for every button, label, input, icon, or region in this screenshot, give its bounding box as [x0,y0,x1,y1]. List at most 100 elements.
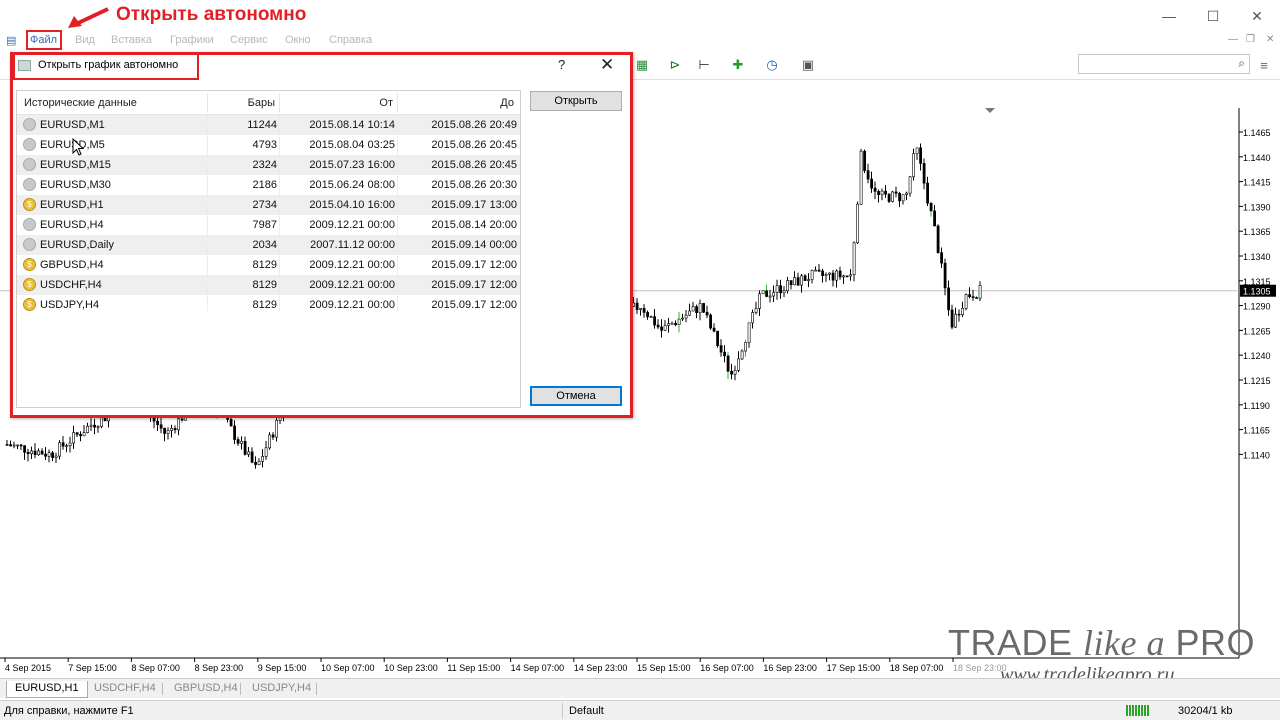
column-history[interactable]: Исторические данные [24,97,137,109]
price-tick-label: 1.1415 [1243,178,1271,188]
templates-icon[interactable]: ▣ [798,56,818,74]
dialog-help-button[interactable]: ? [558,57,565,72]
chart-shift-icon[interactable]: ⊳ [665,56,685,74]
file-menu-highlight [26,30,62,50]
maximize-button[interactable]: ☐ [1190,4,1236,28]
candle-body [978,285,982,299]
add-indicator-icon[interactable]: ✚ [728,56,748,74]
candle-body [635,302,639,310]
dialog-chart-icon [18,60,31,71]
candle-body [870,178,874,189]
time-tick-label: 18 Sep 07:00 [890,663,944,673]
candle-body [789,280,793,286]
window-close-button[interactable]: ✕ [1234,4,1280,28]
column-bars[interactable]: Бары [213,97,275,109]
watermark-brand-part: TRADE [948,622,1084,663]
candle-body [821,270,825,276]
list-item[interactable]: $ USDCHF,H4 8129 2009.12.21 00:00 2015.09.17… [17,275,520,295]
tab-usdchf-h4[interactable]: USDCHF,H4 [86,681,164,698]
list-item[interactable]: EURUSD,M15 2324 2015.07.23 16:00 2015.08.26… [17,155,520,175]
date-to: 2015.08.26 20:49 [431,119,517,131]
candle-body [747,322,751,343]
list-item[interactable]: $ EURUSD,H1 2734 2015.04.10 16:00 2015.09.17… [17,195,520,215]
list-item[interactable]: EURUSD,M30 2186 2015.06.24 08:00 2015.08.26… [17,175,520,195]
list-item[interactable]: EURUSD,M5 4793 2015.08.04 03:25 2015.08.26 … [17,135,520,155]
menu-bar: ▤ Файл Вид Вставка Графики Сервис Окно С… [0,32,1280,50]
menu-insert[interactable]: Вставка [111,34,152,46]
candle-body [782,290,786,294]
mdi-close-button[interactable]: ✕ [1266,34,1274,45]
candle-body [912,153,916,178]
symbol-name: USDCHF,H4 [40,279,102,291]
open-button[interactable]: Открыть [530,91,622,111]
candle-body [639,308,643,310]
tab-gbpusd-h4[interactable]: GBPUSD,H4 [166,681,246,698]
candle-body [824,273,828,276]
symbol-name: EURUSD,H1 [40,199,104,211]
symbol-icon: $ [23,298,36,311]
mdi-minimize-button[interactable]: — [1228,34,1238,45]
candle-body [901,194,905,202]
menu-charts[interactable]: Графики [170,34,214,46]
mouse-cursor-icon [72,138,84,156]
candle-body [663,325,667,331]
minimize-button[interactable]: — [1146,4,1192,28]
menu-help[interactable]: Справка [329,34,372,46]
list-item[interactable]: $ USDJPY,H4 8129 2009.12.21 00:00 2015.09.17… [17,295,520,315]
candle-body [47,452,51,457]
candle-body [968,294,972,297]
candle-body [264,447,268,457]
candle-body [751,312,755,324]
candle-body [786,280,790,292]
candle-body [40,450,44,455]
candle-body [712,327,716,332]
tab-usdjpy-h4[interactable]: USDJPY,H4 [244,681,319,698]
status-help-text: Для справки, нажмите F1 [4,705,134,717]
candle-body [817,269,821,272]
menu-window[interactable]: Окно [285,34,311,46]
bars-count: 2034 [252,239,277,251]
list-item[interactable]: EURUSD,H4 7987 2009.12.21 00:00 2015.08.14 … [17,215,520,235]
candle-body [943,262,947,289]
candle-body [163,427,167,434]
candle-body [681,317,685,320]
app-menu-icon[interactable]: ▤ [6,34,16,47]
connection-status-icon [1126,705,1150,716]
candle-body [243,440,247,455]
candle-body [922,163,926,184]
list-item[interactable]: EURUSD,M1 11244 2015.08.14 10:14 2015.08.26… [17,115,520,135]
symbol-icon: $ [23,198,36,211]
tile-windows-icon[interactable]: ▦ [632,56,652,74]
column-to[interactable]: До [401,97,514,109]
candle-body [100,416,104,427]
price-tick-label: 1.1365 [1243,227,1271,237]
price-tick-label: 1.1215 [1243,376,1271,386]
candle-body [170,428,174,431]
column-from[interactable]: От [283,97,393,109]
menu-view[interactable]: Вид [75,34,95,46]
dialog-title: Открыть график автономно [38,59,179,71]
cancel-button[interactable]: Отмена [530,386,622,406]
candle-body [51,452,55,458]
mdi-restore-button[interactable]: ❐ [1246,34,1255,45]
tab-eurusd-h1[interactable]: EURUSD,H1 [6,681,88,698]
dialog-close-button[interactable]: ✕ [600,55,614,75]
list-item[interactable]: $ GBPUSD,H4 8129 2009.12.21 00:00 2015.09.17… [17,255,520,275]
time-tick-label: 10 Sep 07:00 [321,663,375,673]
candle-body [838,270,842,278]
menu-tools[interactable]: Сервис [230,34,268,46]
candle-body [684,314,688,319]
candle-body [68,442,72,446]
price-tick-label: 1.1240 [1243,351,1271,361]
candle-body [159,424,163,429]
candle-body [250,451,254,463]
search-input[interactable]: ⌕ [1078,54,1250,74]
periods-icon[interactable]: ◷ [762,56,782,74]
history-list[interactable]: Исторические данные Бары От До EURUSD,M1… [16,90,521,408]
candle-body [933,210,937,227]
candle-body [765,290,769,297]
list-item[interactable]: EURUSD,Daily 2034 2007.11.12 00:00 2015.09.… [17,235,520,255]
candle-body [726,355,730,372]
autoscroll-icon[interactable]: ⊢ [694,56,714,74]
toolbar-menu-icon[interactable]: ≡ [1254,56,1274,74]
